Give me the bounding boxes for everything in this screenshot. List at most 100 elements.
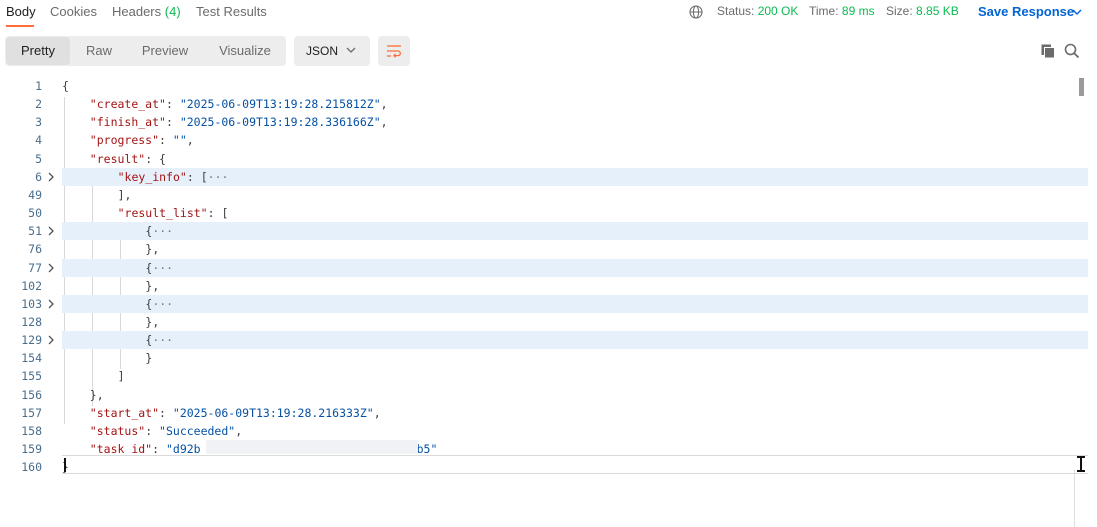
code-line[interactable]: 155] — [0, 367, 1088, 385]
json-punct: }, — [145, 278, 160, 293]
view-mode-pretty[interactable]: Pretty — [6, 37, 70, 65]
line-number: 129 — [21, 333, 42, 348]
code-text: "create_at": "2025-06-09T13:19:28.215812… — [90, 95, 388, 113]
fold-ellipsis: ··· — [207, 169, 229, 184]
fold-ellipsis: ··· — [152, 224, 174, 239]
time-label: Time: — [809, 4, 839, 18]
json-string: "" — [172, 133, 187, 148]
code-line[interactable]: 3 "finish_at": "2025-06-09T13:19:28.33616… — [0, 113, 1088, 131]
active-tab-indicator — [6, 25, 34, 27]
code-text: }, — [90, 386, 104, 404]
code-text: } — [145, 349, 152, 367]
code-line[interactable]: 6 "key_info": [··· — [0, 168, 1088, 186]
code-line[interactable]: 50 "result_list": [ — [0, 204, 1088, 222]
json-punct: , — [373, 405, 381, 420]
json-punct: , — [235, 423, 243, 438]
copy-icon[interactable] — [1040, 43, 1056, 59]
fold-arrow-icon[interactable] — [47, 226, 55, 236]
response-body-editor[interactable]: 1{2 "create_at": "2025-06-09T13:19:28.215… — [0, 77, 1097, 517]
panel-divider — [1074, 470, 1075, 527]
tab-body[interactable]: Body — [6, 4, 36, 19]
json-string: "2025-06-09T13:19:28.336166Z" — [179, 115, 381, 130]
json-punct: { — [159, 151, 166, 166]
json-punct: [ — [200, 169, 208, 184]
code-line[interactable]: 76}, — [0, 240, 1088, 258]
code-text: }, — [145, 277, 159, 295]
json-string: "2025-06-09T13:19:28.215812Z" — [179, 97, 381, 112]
code-line[interactable]: 157 "start_at": "2025-06-09T13:19:28.2163… — [0, 404, 1088, 422]
tab-headers[interactable]: Headers (4) — [112, 4, 181, 19]
line-number: 154 — [21, 351, 42, 366]
code-line[interactable]: 156}, — [0, 386, 1088, 404]
code-line[interactable]: 102}, — [0, 277, 1088, 295]
view-mode-raw[interactable]: Raw — [73, 37, 125, 65]
code-line[interactable]: 2 "create_at": "2025-06-09T13:19:28.21581… — [0, 95, 1088, 113]
json-string: "Succeeded" — [159, 423, 236, 438]
code-line[interactable]: 77 {··· — [0, 259, 1088, 277]
code-line[interactable]: 4 "progress": "", — [0, 131, 1088, 149]
code-line[interactable]: 154} — [0, 349, 1088, 367]
json-punct: , — [380, 97, 388, 112]
code-text: "finish_at": "2025-06-09T13:19:28.336166… — [90, 113, 388, 131]
wrap-lines-button[interactable] — [378, 36, 410, 66]
fold-arrow-icon[interactable] — [47, 299, 55, 309]
json-string: "2025-06-09T13:19:28.216333Z" — [172, 405, 374, 420]
code-line[interactable]: 129 {··· — [0, 331, 1088, 349]
line-number: 77 — [28, 260, 42, 275]
search-icon[interactable] — [1064, 43, 1080, 59]
chevron-down-icon — [346, 47, 356, 53]
scrollbar-thumb[interactable] — [1079, 78, 1084, 96]
json-punct: : — [159, 133, 173, 148]
code-text: {··· — [145, 222, 173, 240]
status-indicator[interactable]: Status: 200 OK — [717, 4, 798, 18]
json-punct: : — [165, 115, 180, 130]
fold-ellipsis: ··· — [152, 296, 174, 311]
fold-ellipsis: ··· — [152, 333, 174, 348]
tab-cookies[interactable]: Cookies — [50, 4, 97, 19]
globe-icon[interactable] — [689, 5, 703, 19]
line-number: 51 — [28, 224, 42, 239]
code-line[interactable]: 49], — [0, 186, 1088, 204]
code-text: {··· — [145, 331, 173, 349]
tab-headers-label: Headers — [112, 4, 162, 19]
line-number: 160 — [21, 460, 42, 475]
code-line[interactable]: 5 "result": { — [0, 150, 1088, 168]
line-number: 128 — [21, 314, 42, 329]
fold-arrow-icon[interactable] — [47, 263, 55, 273]
code-text: ] — [118, 367, 125, 385]
json-string: "d92b — [165, 442, 201, 456]
fold-arrow-icon[interactable] — [47, 172, 55, 182]
json-punct: : — [145, 423, 160, 438]
view-mode-visualize[interactable]: Visualize — [207, 37, 283, 65]
code-text: ], — [118, 186, 132, 204]
line-number: 50 — [28, 206, 42, 221]
fold-arrow-icon[interactable] — [47, 335, 55, 345]
view-mode-preview[interactable]: Preview — [131, 37, 199, 65]
save-response-button[interactable]: Save Response — [978, 4, 1074, 19]
time-indicator[interactable]: Time: 89 ms — [809, 4, 875, 18]
json-punct: , — [186, 133, 194, 148]
code-line[interactable]: 51 {··· — [0, 222, 1088, 240]
tab-test-results[interactable]: Test Results — [196, 4, 267, 19]
active-line-highlight — [62, 455, 1088, 474]
size-label: Size: — [886, 4, 913, 18]
json-key: "key_info" — [117, 169, 187, 184]
code-text: { — [62, 77, 69, 95]
code-line[interactable]: 103 {··· — [0, 295, 1088, 313]
response-tabs: Body Cookies Headers (4) Test Results St… — [0, 0, 1097, 28]
code-text: {··· — [145, 259, 173, 277]
chevron-down-icon[interactable] — [1071, 7, 1083, 17]
line-number: 1 — [35, 79, 42, 93]
code-line[interactable]: 128}, — [0, 313, 1088, 331]
text-caret — [64, 458, 66, 472]
code-line[interactable]: 158 "status": "Succeeded", — [0, 422, 1088, 440]
json-string: b5" — [416, 442, 438, 456]
size-indicator[interactable]: Size: 8.85 KB — [886, 4, 959, 18]
json-key: "start_at" — [89, 405, 160, 420]
json-punct: : — [207, 206, 222, 221]
format-select[interactable]: JSON — [294, 36, 370, 66]
code-line[interactable]: 1{ — [0, 77, 1088, 95]
json-punct: { — [62, 79, 69, 93]
json-punct: : — [152, 442, 166, 456]
json-key: "result" — [89, 151, 146, 166]
